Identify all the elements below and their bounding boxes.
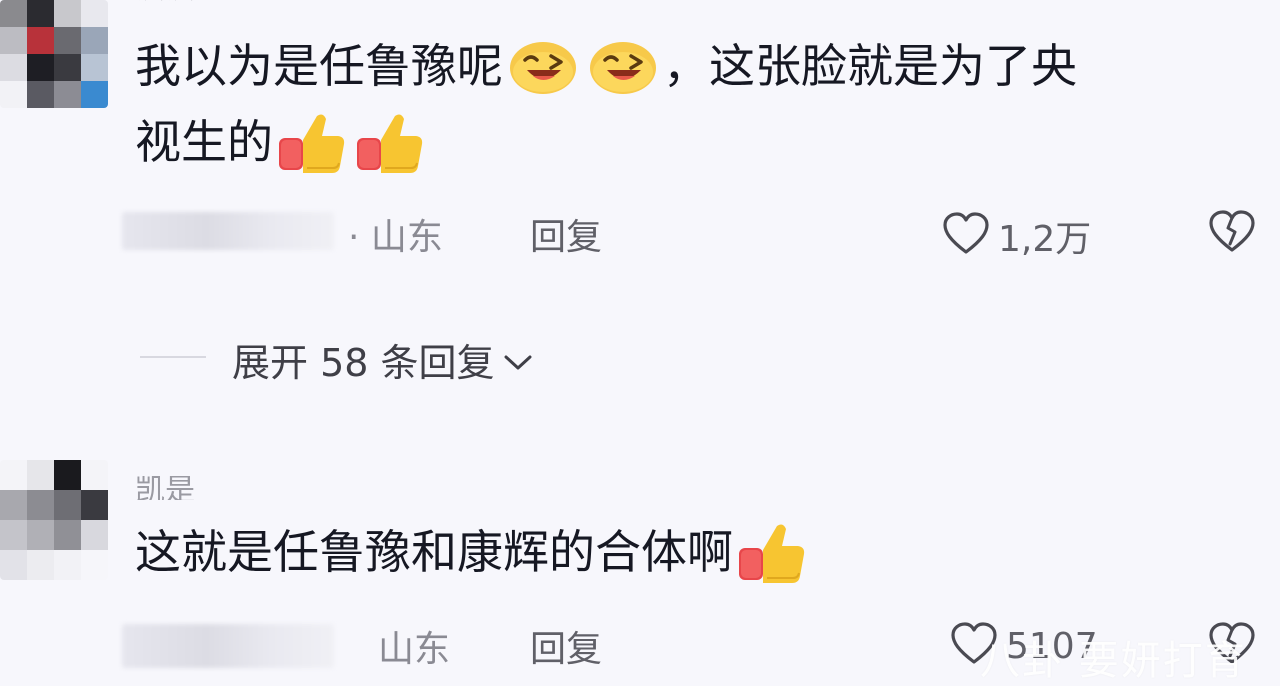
reply-button[interactable]: 回复 — [530, 208, 602, 260]
comment-username[interactable]: 洪洪 — [135, 0, 195, 2]
avatar[interactable] — [0, 460, 108, 580]
chevron-down-icon — [495, 338, 533, 382]
avatar[interactable] — [0, 0, 108, 108]
reply-button[interactable]: 回复 — [530, 620, 602, 672]
watermark: 八卦 要妍打育 — [980, 638, 1247, 684]
comment-location: 山东 — [378, 629, 451, 670]
expand-divider — [140, 356, 206, 358]
thumbs-up-emoji — [737, 520, 807, 584]
dislike-button[interactable] — [1208, 210, 1256, 258]
comment-text: 视生的 — [135, 106, 429, 178]
comment-text-line1: 这就是任鲁豫和康辉的合体啊 — [135, 525, 733, 579]
comment-username[interactable]: 凯是 — [135, 476, 195, 500]
broken-heart-icon — [1208, 210, 1256, 258]
timestamp-blurred — [122, 624, 334, 668]
comment-text-line2: 视生的 — [135, 115, 273, 169]
comment-text: 这就是任鲁豫和康辉的合体啊 — [135, 516, 811, 588]
thumbs-up-emoji — [355, 110, 425, 174]
heart-outline-icon — [942, 212, 990, 260]
comment-text-line1-cont: ，这张脸就是为了央 — [663, 39, 1077, 93]
thumbs-up-emoji — [277, 110, 347, 174]
laughing-face-emoji — [507, 36, 579, 96]
laughing-face-emoji — [587, 36, 659, 96]
comment-text-line1: 我以为是任鲁豫呢 — [135, 39, 503, 93]
like-count: 1,2万 — [998, 219, 1092, 260]
expand-replies-button[interactable]: 展开 58 条回复 — [232, 332, 533, 387]
like-button[interactable]: 1,2万 — [942, 210, 1091, 262]
comment-location: · 山东 — [348, 217, 443, 258]
expand-replies-label: 展开 58 条回复 — [232, 341, 495, 385]
comment-text: 我以为是任鲁豫呢 ，这张脸就是为了央 — [135, 30, 1077, 102]
timestamp-blurred — [122, 212, 334, 250]
